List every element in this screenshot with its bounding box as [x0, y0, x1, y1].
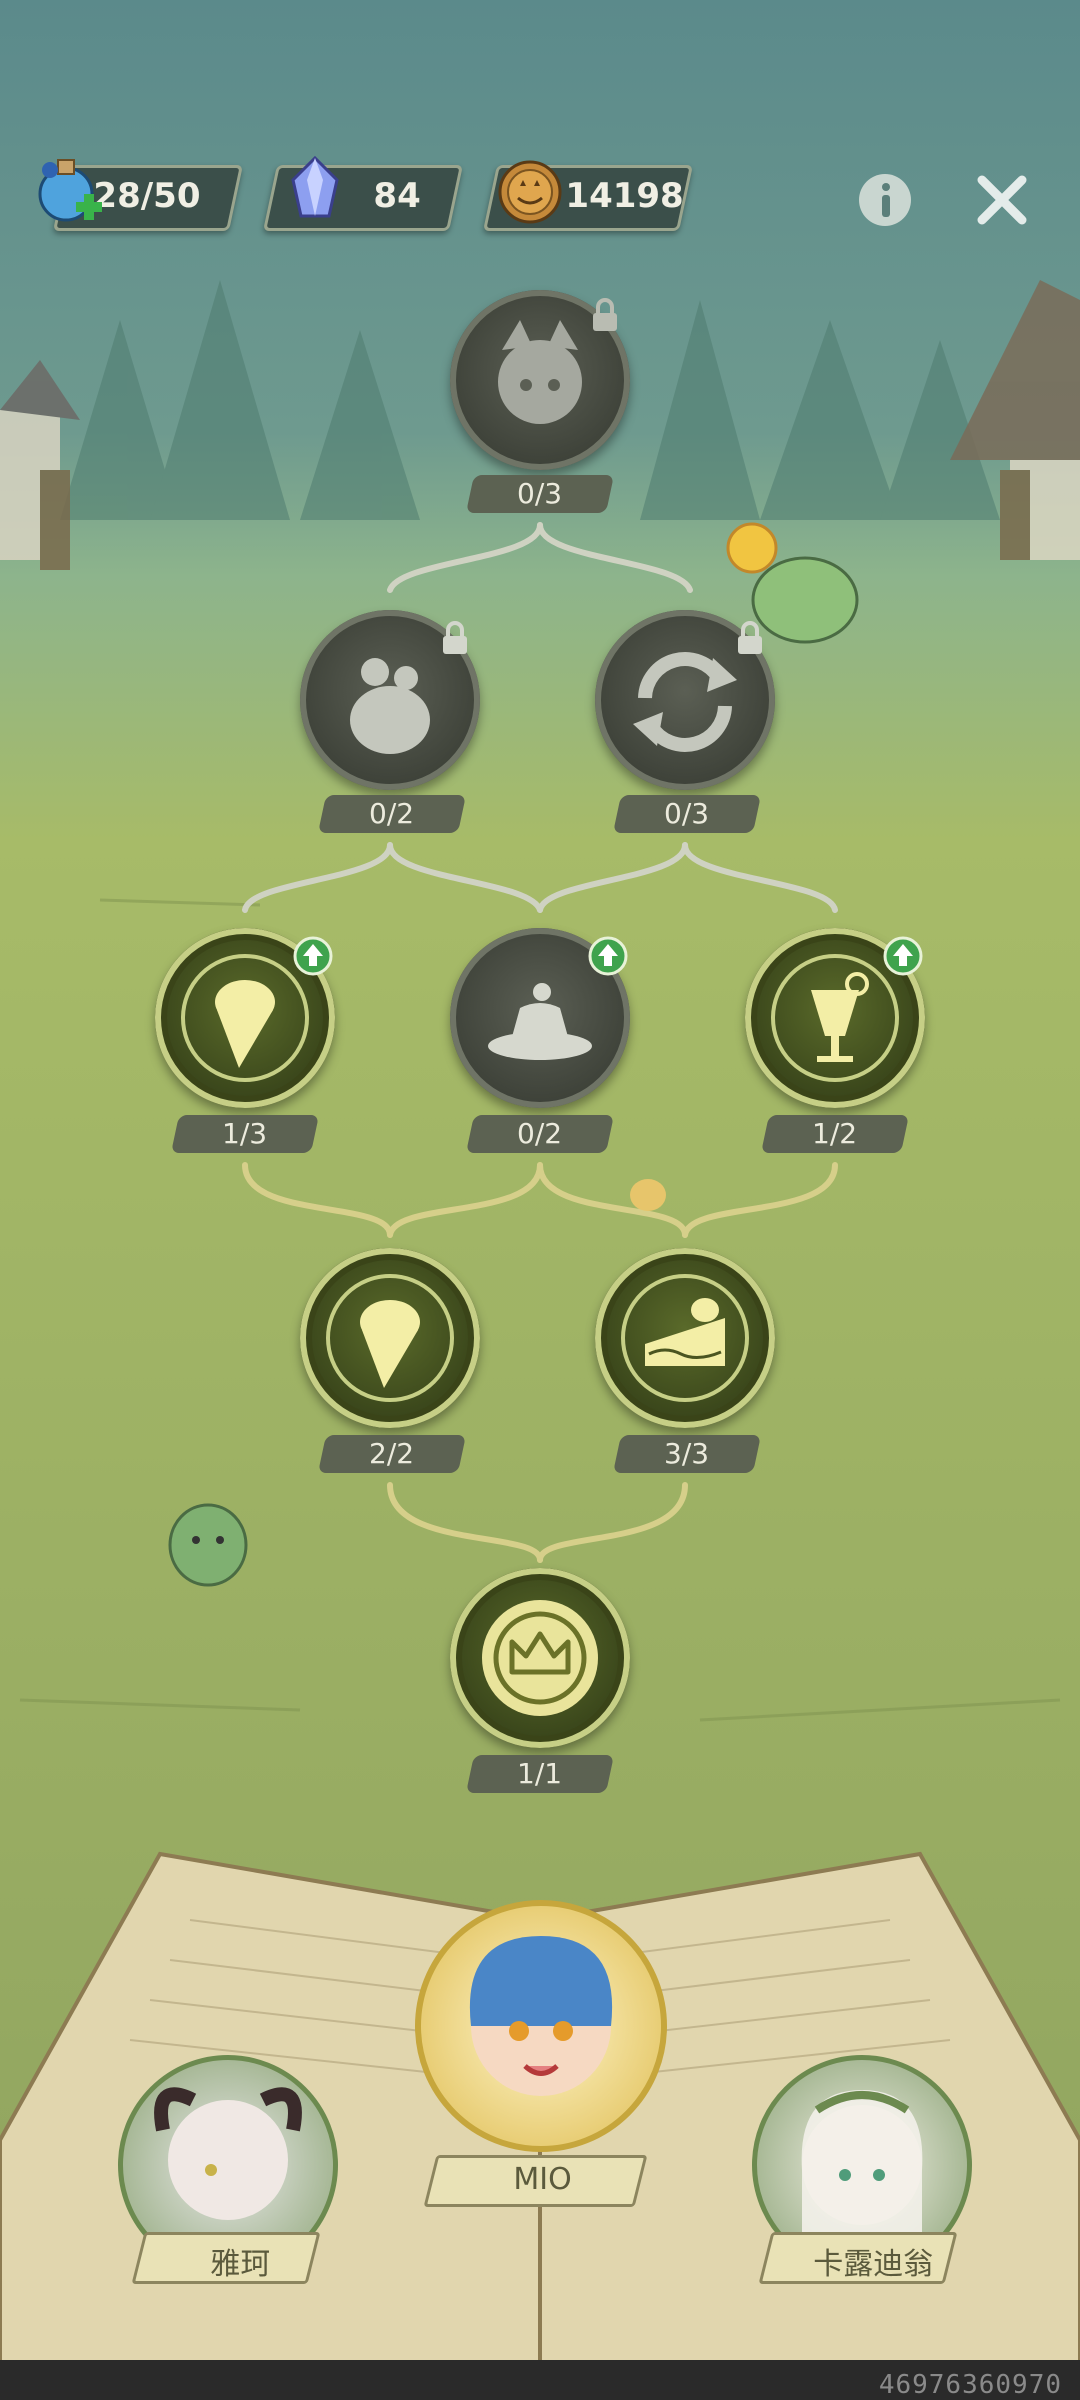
potion-icon[interactable]: [30, 150, 110, 230]
close-icon[interactable]: [972, 170, 1032, 230]
skill-node-icecream-2[interactable]: [300, 1248, 480, 1428]
skill-node-bag[interactable]: [300, 610, 480, 790]
skill-count-top: 0/3: [465, 475, 615, 513]
skill-node-drink[interactable]: [745, 928, 925, 1108]
skill-count-icecream-2: 2/2: [317, 1435, 467, 1473]
skill-node-pudding[interactable]: [450, 928, 630, 1108]
character-name-right: 卡露迪翁: [813, 2247, 934, 2282]
skill-count-cake: 3/3: [612, 1435, 762, 1473]
green-slime-creature: [168, 1503, 248, 1587]
coin-value: 14198: [565, 176, 684, 216]
cake-slice-icon: [621, 1274, 749, 1402]
skill-count-drink: 1/2: [760, 1115, 910, 1153]
skill-count-bag: 0/2: [317, 795, 467, 833]
crystal-icon[interactable]: [275, 150, 355, 230]
character-name-left: 雅珂: [210, 2247, 271, 2282]
skill-node-root[interactable]: [450, 1568, 630, 1748]
lock-icon: [738, 621, 762, 654]
lock-icon: [593, 298, 617, 331]
small-chick: [630, 1179, 666, 1211]
lock-icon: [443, 621, 467, 654]
crystal-value: 84: [373, 176, 421, 216]
character-portrait-center[interactable]: [415, 1900, 667, 2152]
crown-seal-icon: [482, 1600, 598, 1716]
character-nameplate-left: 雅珂: [131, 2232, 321, 2284]
character-nameplate-right: 卡露迪翁: [758, 2232, 958, 2284]
skill-count-refresh: 0/3: [612, 795, 762, 833]
ice-cream-icon: [326, 1274, 454, 1402]
info-icon[interactable]: [855, 170, 915, 230]
footer-id: 46976360970: [878, 2370, 1062, 2400]
character-nameplate-center: MIO: [423, 2155, 648, 2207]
skill-node-top[interactable]: [450, 290, 630, 470]
character-center-image: [469, 1936, 613, 2096]
skill-node-icecream[interactable]: [155, 928, 335, 1108]
pumpkin-coin-icon[interactable]: [490, 150, 570, 230]
skill-count-icecream: 1/3: [170, 1115, 320, 1153]
upgrade-arrow-icon: [588, 936, 628, 976]
skill-count-pudding: 0/2: [465, 1115, 615, 1153]
skill-count-root: 1/1: [465, 1755, 615, 1793]
skill-node-cake[interactable]: [595, 1248, 775, 1428]
upgrade-arrow-icon: [293, 936, 333, 976]
upgrade-arrow-icon: [883, 936, 923, 976]
character-name-center: MIO: [513, 2162, 572, 2197]
skill-node-refresh[interactable]: [595, 610, 775, 790]
